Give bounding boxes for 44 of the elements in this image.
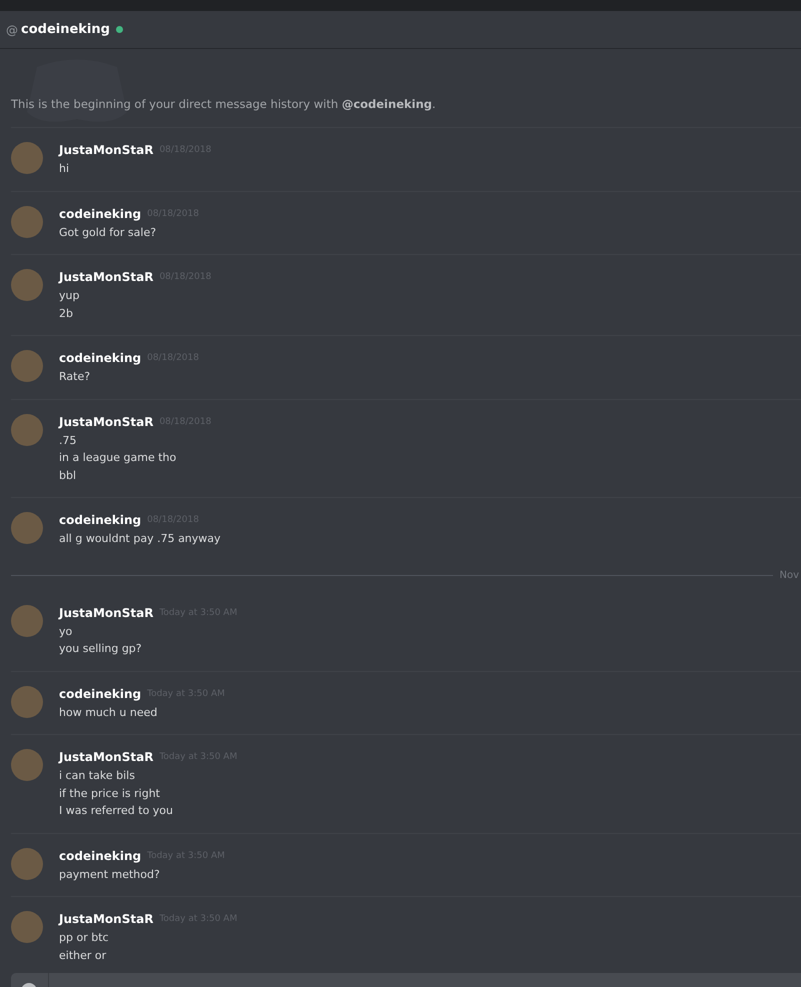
- avatar[interactable]: [11, 142, 43, 174]
- date-divider-label: Nov: [779, 570, 800, 581]
- message-text: all g wouldnt pay .75 anyway: [59, 531, 221, 547]
- avatar[interactable]: [11, 686, 43, 718]
- author-name[interactable]: codeineking: [59, 686, 142, 700]
- author-name[interactable]: JustaMonStaR: [59, 750, 154, 764]
- message-text: .75: [59, 432, 78, 448]
- message-text: yup: [59, 288, 80, 304]
- message-text: payment method?: [59, 866, 161, 882]
- author-name[interactable]: JustaMonStaR: [59, 270, 154, 284]
- avatar[interactable]: [11, 269, 43, 301]
- author-name[interactable]: codeineking: [59, 513, 142, 527]
- author-name[interactable]: JustaMonStaR: [59, 414, 154, 428]
- author-name[interactable]: JustaMonStaR: [59, 912, 154, 926]
- message-text: you selling gp?: [59, 641, 143, 657]
- message-text: in a league game tho: [59, 450, 178, 466]
- message-text: if the price is right: [59, 786, 161, 802]
- avatar[interactable]: [11, 350, 43, 382]
- author-name[interactable]: codeineking: [59, 206, 142, 220]
- message-text: Rate?: [59, 369, 92, 385]
- message-text: yo: [59, 624, 74, 640]
- message-text: Got gold for sale?: [59, 224, 158, 240]
- message-text: bbl: [59, 468, 78, 484]
- avatar[interactable]: [11, 911, 43, 943]
- avatar[interactable]: [11, 414, 43, 446]
- avatar[interactable]: [11, 206, 43, 238]
- author-name[interactable]: JustaMonStaR: [59, 143, 154, 157]
- message-text: pp or btc: [59, 930, 110, 946]
- author-name[interactable]: codeineking: [59, 351, 142, 365]
- avatar[interactable]: [11, 848, 43, 880]
- channel-name: codeineking: [21, 22, 110, 37]
- message-text: either or: [59, 948, 108, 964]
- message-text: I was referred to you: [59, 803, 174, 819]
- avatar[interactable]: [11, 512, 43, 544]
- message-text: i can take bils: [59, 768, 136, 784]
- avatar[interactable]: [11, 604, 43, 636]
- at-sign: @: [6, 22, 18, 36]
- author-name[interactable]: JustaMonStaR: [59, 606, 154, 620]
- message-text: how much u need: [59, 704, 158, 720]
- intro-text: This is the beginning of your direct message history with @codeineking.: [11, 97, 436, 111]
- avatar[interactable]: [11, 749, 43, 781]
- author-name[interactable]: codeineking: [59, 848, 142, 862]
- message-text: 2b: [59, 306, 74, 322]
- message-text: hi: [59, 161, 70, 177]
